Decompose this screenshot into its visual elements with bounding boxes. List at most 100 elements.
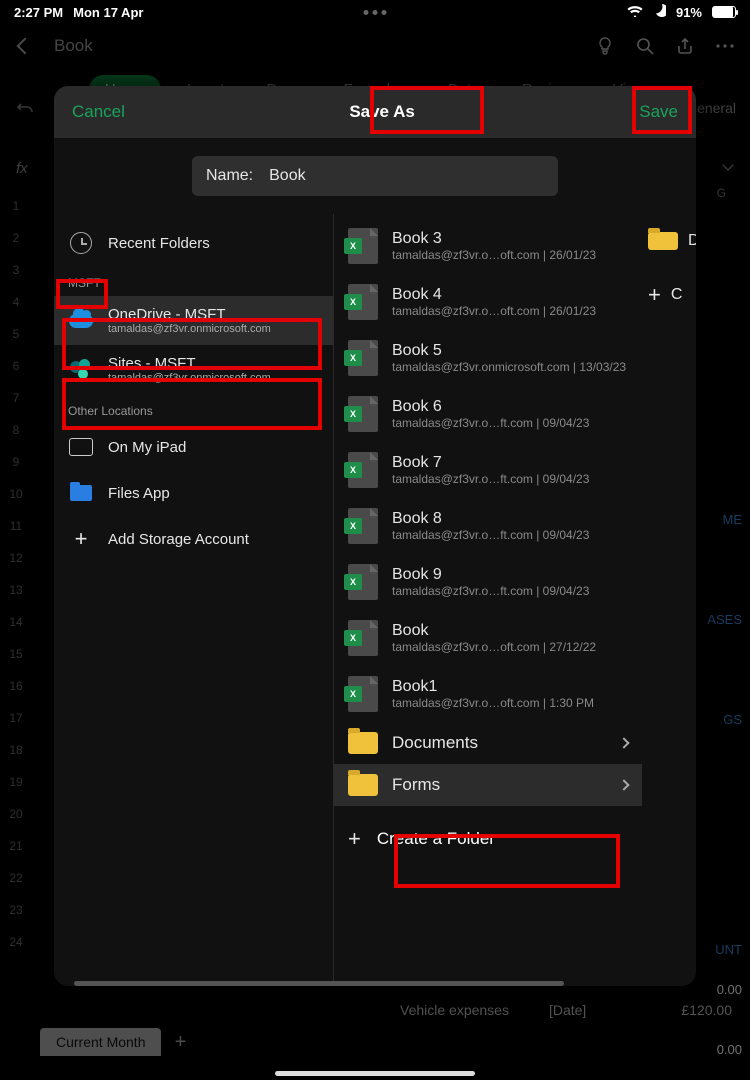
bg-date: [Date] xyxy=(549,1002,586,1018)
sidebar-onedrive[interactable]: OneDrive - MSFT tamaldas@zf3vr.onmicroso… xyxy=(54,296,333,345)
excel-file-icon: X xyxy=(348,396,378,432)
clock-icon xyxy=(70,232,92,254)
name-label: Name: xyxy=(206,167,253,185)
onedrive-sub: tamaldas@zf3vr.onmicrosoft.com xyxy=(108,323,271,335)
folder-forms[interactable]: Forms xyxy=(334,764,642,806)
file-item[interactable]: XBook 4tamaldas@zf3vr.o…oft.com | 26/01/… xyxy=(334,274,642,330)
bg-cell-me: ME xyxy=(707,500,742,540)
excel-file-icon: X xyxy=(348,228,378,264)
folder-label: Documents xyxy=(392,733,478,753)
folder-icon xyxy=(348,732,378,754)
multitask-dots[interactable] xyxy=(364,10,387,15)
excel-file-icon: X xyxy=(348,508,378,544)
add-storage-label: Add Storage Account xyxy=(108,531,249,548)
file-item[interactable]: XBook 5tamaldas@zf3vr.onmicrosoft.com | … xyxy=(334,330,642,386)
file-item[interactable]: XBook 3tamaldas@zf3vr.o…oft.com | 26/01/… xyxy=(334,218,642,274)
wifi-icon xyxy=(627,5,643,20)
chevron-right-icon xyxy=(618,779,629,790)
folder-icon xyxy=(70,485,92,501)
chevron-down-icon xyxy=(722,159,733,170)
excel-file-icon: X xyxy=(348,284,378,320)
ipad-label: On My iPad xyxy=(108,439,186,456)
file-item[interactable]: XBook 8tamaldas@zf3vr.o…ft.com | 09/04/2… xyxy=(334,498,642,554)
battery-icon xyxy=(712,6,736,18)
plus-icon: + xyxy=(648,284,661,306)
bg-cell-unt: UNT xyxy=(707,930,742,970)
sharepoint-icon xyxy=(70,359,92,381)
recent-label: Recent Folders xyxy=(108,235,210,252)
onedrive-title: OneDrive - MSFT xyxy=(108,306,271,323)
undo-icon[interactable] xyxy=(16,100,34,123)
modal-header: Cancel Save As Save xyxy=(54,86,696,138)
save-button[interactable]: Save xyxy=(639,102,678,122)
file-item[interactable]: XBooktamaldas@zf3vr.o…oft.com | 27/12/22 xyxy=(334,610,642,666)
create-folder-button[interactable]: + Create a Folder xyxy=(334,806,642,872)
folder-label: Forms xyxy=(392,775,440,795)
more-icon[interactable] xyxy=(714,35,736,57)
files-label: Files App xyxy=(108,485,170,502)
name-row: Name: xyxy=(54,138,696,214)
excel-file-icon: X xyxy=(348,620,378,656)
horizontal-scrollbar[interactable] xyxy=(334,981,564,986)
file-item[interactable]: XBook 7tamaldas@zf3vr.o…ft.com | 09/04/2… xyxy=(334,442,642,498)
status-time: 2:27 PM xyxy=(14,5,63,20)
other-section-label: Other Locations xyxy=(54,394,333,424)
sidebar-files-app[interactable]: Files App xyxy=(54,470,333,516)
excel-file-icon: X xyxy=(348,452,378,488)
modal-title: Save As xyxy=(349,102,415,122)
battery-percent: 91% xyxy=(676,5,702,20)
search-icon[interactable] xyxy=(634,35,656,57)
bg-cell-amt2: 0.00 xyxy=(707,1030,742,1070)
rightcol-c: C xyxy=(671,286,683,304)
add-sheet-button[interactable]: + xyxy=(169,1031,191,1053)
cancel-button[interactable]: Cancel xyxy=(72,102,125,122)
file-item[interactable]: XBook1tamaldas@zf3vr.o…oft.com | 1:30 PM xyxy=(334,666,642,722)
file-item[interactable]: XBook 9tamaldas@zf3vr.o…ft.com | 09/04/2… xyxy=(334,554,642,610)
sheet-tab-bar: Current Month + xyxy=(0,1024,191,1060)
excel-file-icon: X xyxy=(348,340,378,376)
back-button[interactable] xyxy=(14,35,36,57)
excel-file-icon: X xyxy=(348,564,378,600)
sites-title: Sites - MSFT xyxy=(108,355,271,372)
plus-icon: + xyxy=(75,528,88,550)
file-list[interactable]: XBook 3tamaldas@zf3vr.o…oft.com | 26/01/… xyxy=(334,214,642,986)
account-section-label: MSFT xyxy=(54,266,333,296)
folder-documents[interactable]: Documents xyxy=(334,722,642,764)
sidebar-add-storage[interactable]: + Add Storage Account xyxy=(54,516,333,562)
sidebar-sites[interactable]: Sites - MSFT tamaldas@zf3vr.onmicrosoft.… xyxy=(54,345,333,394)
rightcol-d: D xyxy=(688,232,696,250)
excel-file-icon: X xyxy=(348,676,378,712)
format-dropdown-chev[interactable] xyxy=(724,156,732,174)
home-indicator xyxy=(275,1071,475,1076)
status-bar: 2:27 PM Mon 17 Apr 91% xyxy=(0,0,750,24)
share-icon[interactable] xyxy=(674,35,696,57)
plus-icon: + xyxy=(348,828,361,850)
location-sidebar: Recent Folders MSFT OneDrive - MSFT tama… xyxy=(54,214,334,986)
save-as-modal: Cancel Save As Save Name: Recent Folders… xyxy=(54,86,696,986)
app-header: Book xyxy=(0,24,750,68)
sheet-tab-current[interactable]: Current Month xyxy=(40,1028,161,1056)
bg-cell-gs: GS xyxy=(707,700,742,740)
create-folder-label: Create a Folder xyxy=(377,829,495,849)
right-column-peek: D + C xyxy=(642,214,696,986)
bg-cell-ases: ASES xyxy=(707,600,742,640)
bg-bottom-row: Vehicle expenses [Date] £120.00 xyxy=(400,1002,732,1018)
sidebar-on-my-ipad[interactable]: On My iPad xyxy=(54,424,333,470)
lightbulb-icon[interactable] xyxy=(594,35,616,57)
chevron-right-icon xyxy=(618,737,629,748)
status-date: Mon 17 Apr xyxy=(73,5,143,20)
file-item[interactable]: XBook 6tamaldas@zf3vr.o…ft.com | 09/04/2… xyxy=(334,386,642,442)
sidebar-recent-folders[interactable]: Recent Folders xyxy=(54,220,333,266)
bg-vehicle: Vehicle expenses xyxy=(400,1002,509,1018)
bg-amount: £120.00 xyxy=(681,1002,732,1018)
filename-field[interactable]: Name: xyxy=(192,156,558,196)
document-title: Book xyxy=(54,36,93,56)
cloud-icon xyxy=(69,314,93,328)
filename-input[interactable] xyxy=(269,167,544,185)
folder-icon xyxy=(348,774,378,796)
folder-icon xyxy=(648,232,678,250)
moon-icon xyxy=(653,4,666,20)
sites-sub: tamaldas@zf3vr.onmicrosoft.com xyxy=(108,372,271,384)
chevron-left-icon xyxy=(17,38,34,55)
fx-label: fx xyxy=(16,160,28,177)
